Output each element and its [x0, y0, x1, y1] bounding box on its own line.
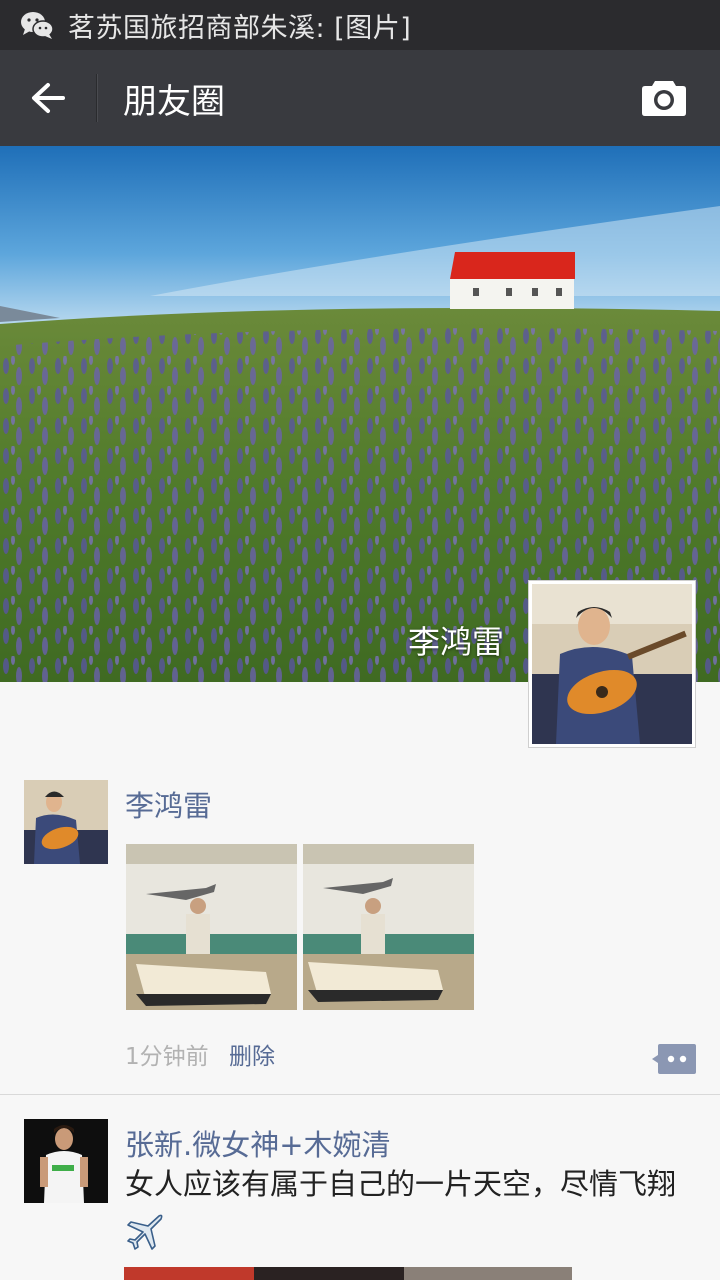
comment-dots-icon [652, 1044, 696, 1074]
post-image-content [124, 1267, 572, 1280]
moments-page: 茗苏国旅招商部朱溪: [图片] 朋友圈 李鸿雷 李鸿雷 1分钟前 删除 张新.微… [0, 0, 720, 1280]
post-image[interactable] [303, 844, 474, 1010]
notification-text: 茗苏国旅招商部朱溪: [图片] [68, 12, 412, 44]
post-author-name[interactable]: 张新.微女神+木婉清 [125, 1122, 391, 1164]
post-image-content [303, 844, 474, 1010]
camera-icon [642, 81, 686, 116]
wechat-icon [21, 12, 54, 39]
airplane-emoji-icon [127, 1214, 163, 1250]
status-bar: 茗苏国旅招商部朱溪: [图片] [0, 0, 720, 50]
arrow-left-icon [32, 83, 65, 113]
post-text-content: 女人应该有属于自己的一片天空，尽情飞翔 [125, 1167, 677, 1201]
cover-owner-name[interactable]: 李鸿雷 [408, 617, 504, 663]
post-image[interactable] [124, 1267, 572, 1280]
back-button[interactable] [0, 50, 96, 146]
app-bar: 朋友圈 [0, 50, 720, 146]
camera-button[interactable] [616, 50, 712, 146]
cover-avatar[interactable] [528, 580, 696, 748]
avatar-image [532, 584, 692, 744]
post-author-name[interactable]: 李鸿雷 [125, 783, 212, 825]
post-author-avatar[interactable] [24, 1119, 108, 1203]
post-timestamp: 1分钟前 [125, 1044, 209, 1070]
post-author-avatar[interactable] [24, 780, 108, 864]
post-text: 女人应该有属于自己的一片天空，尽情飞翔 [125, 1161, 705, 1253]
post-separator [0, 1094, 720, 1095]
post-image[interactable] [126, 844, 297, 1010]
header-divider [96, 74, 97, 122]
post-image-content [126, 844, 297, 1010]
comment-button[interactable] [652, 1044, 696, 1074]
page-title: 朋友圈 [123, 81, 225, 122]
avatar-image [24, 780, 108, 864]
avatar-image [24, 1119, 108, 1203]
delete-link[interactable]: 删除 [229, 1037, 275, 1071]
